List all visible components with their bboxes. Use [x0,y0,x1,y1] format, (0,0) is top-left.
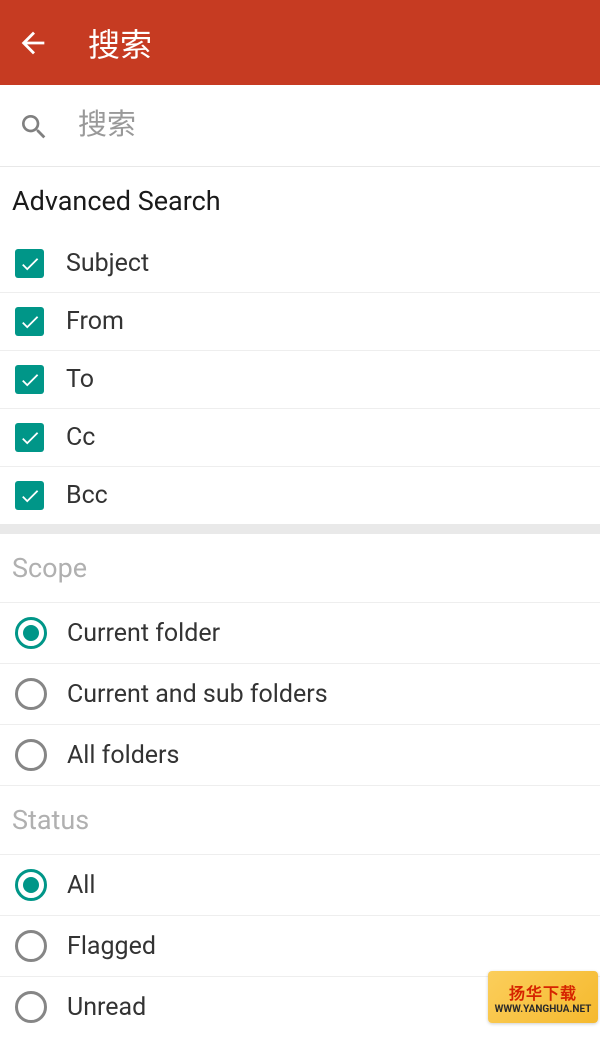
radio-label: All [67,871,95,900]
radio-label: All folders [67,741,179,770]
checkmark-icon [19,311,41,333]
checkbox-subject[interactable] [15,249,44,278]
radio-label: Flagged [67,932,156,961]
divider [0,524,600,534]
status-header: Status [0,786,600,854]
watermark: 扬华下载 WWW.YANGHUA.NET [488,971,598,1023]
radio-current-folder[interactable] [15,617,47,649]
checkmark-icon [19,369,41,391]
back-button[interactable] [16,26,50,60]
radio-all-folders[interactable] [15,739,47,771]
back-arrow-icon [16,26,50,60]
radio-row-all-folders[interactable]: All folders [0,725,600,786]
watermark-text: 扬华下载 [509,980,577,1004]
checkmark-icon [19,253,41,275]
search-icon [18,111,50,143]
checkmark-icon [19,485,41,507]
radio-row-all[interactable]: All [0,855,600,916]
checkbox-label: To [66,365,94,394]
radio-label: Unread [67,993,146,1022]
radio-label: Current folder [67,619,220,648]
radio-flagged[interactable] [15,930,47,962]
checkmark-icon [19,427,41,449]
checkbox-bcc[interactable] [15,481,44,510]
radio-row-current-folder[interactable]: Current folder [0,603,600,664]
checkbox-label: From [66,307,124,336]
page-title: 搜索 [88,20,152,66]
radio-row-current-sub-folders[interactable]: Current and sub folders [0,664,600,725]
header: 搜索 [0,0,600,85]
radio-row-flagged[interactable]: Flagged [0,916,600,977]
scope-header: Scope [0,534,600,602]
checkbox-label: Subject [66,249,149,278]
search-input[interactable] [78,109,582,142]
checkbox-row-subject[interactable]: Subject [0,235,600,293]
advanced-search-header: Advanced Search [0,167,600,235]
checkbox-to[interactable] [15,365,44,394]
radio-label: Current and sub folders [67,680,328,709]
search-bar [0,85,600,167]
checkbox-row-bcc[interactable]: Bcc [0,467,600,524]
checkbox-row-cc[interactable]: Cc [0,409,600,467]
checkbox-from[interactable] [15,307,44,336]
radio-current-sub-folders[interactable] [15,678,47,710]
radio-unread[interactable] [15,991,47,1023]
checkbox-label: Bcc [66,481,108,510]
watermark-url: WWW.YANGHUA.NET [495,1004,592,1015]
checkbox-row-to[interactable]: To [0,351,600,409]
checkbox-label: Cc [66,423,95,452]
radio-all[interactable] [15,869,47,901]
checkbox-row-from[interactable]: From [0,293,600,351]
checkbox-cc[interactable] [15,423,44,452]
